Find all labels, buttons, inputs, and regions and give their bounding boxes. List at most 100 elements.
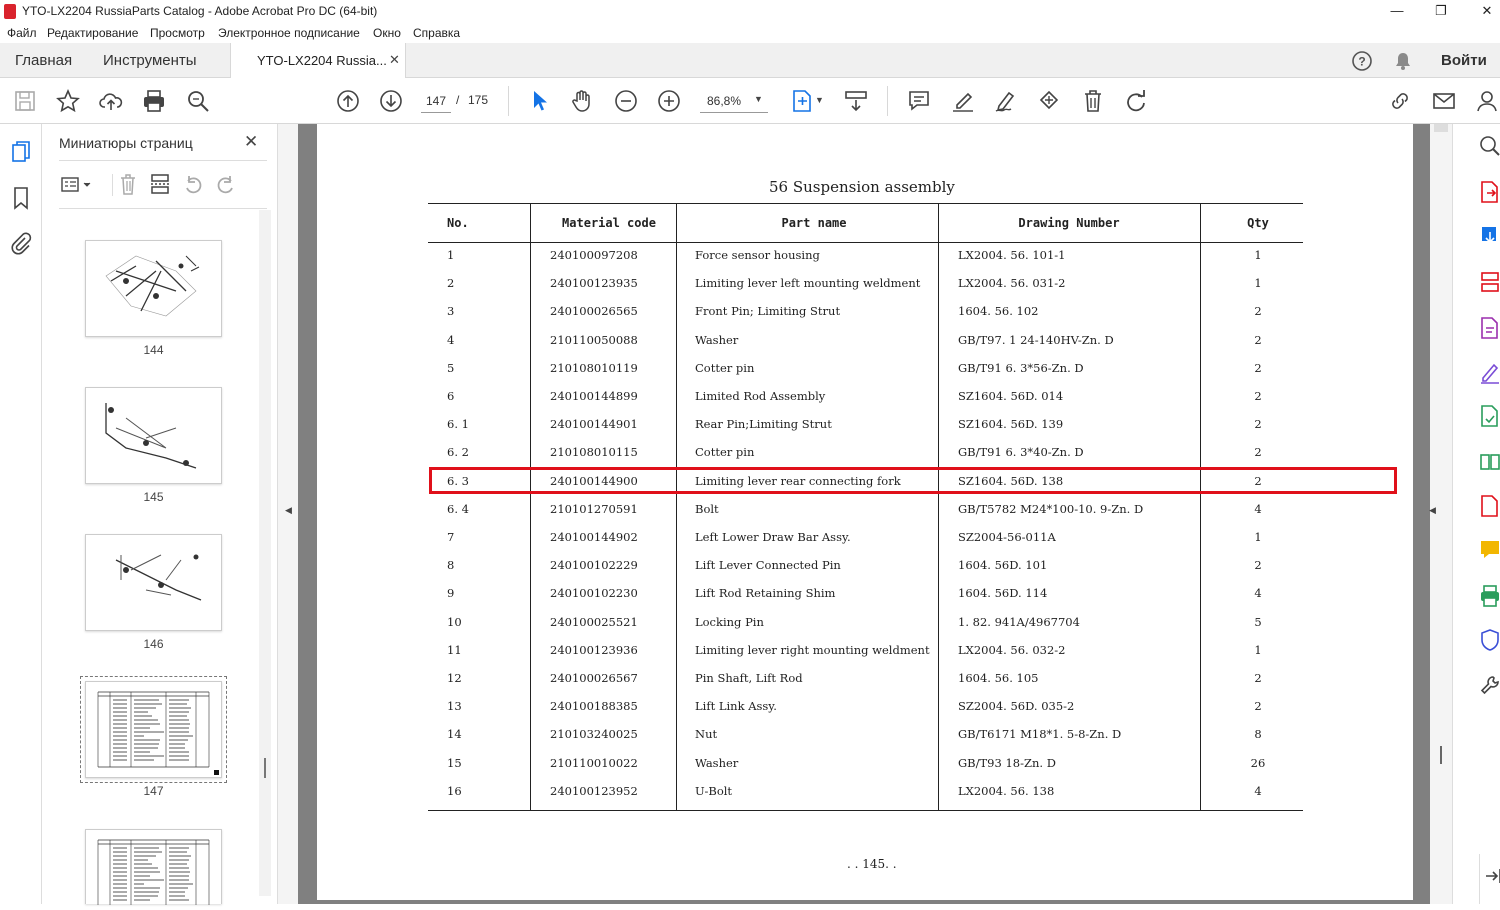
- account-icon[interactable]: [1474, 88, 1500, 114]
- delete-page-icon[interactable]: [117, 172, 139, 196]
- help-icon[interactable]: ?: [1351, 50, 1373, 72]
- comment-tool-icon[interactable]: [1479, 538, 1500, 562]
- stamp-icon[interactable]: [1036, 88, 1062, 114]
- thumbnail-page-144[interactable]: [85, 240, 222, 337]
- right-tools-panel: ◀: [1429, 124, 1500, 904]
- page-down-icon[interactable]: [378, 88, 404, 114]
- rotate-left-icon[interactable]: [182, 172, 204, 196]
- thumbnail-options-icon[interactable]: [60, 174, 94, 196]
- rotate-right-icon[interactable]: [215, 172, 237, 196]
- document-viewport[interactable]: 56 Suspension assembly No. Material code P…: [298, 124, 1430, 904]
- table-cell: 1604. 56. 105: [958, 671, 1039, 685]
- close-window-button[interactable]: ✕: [1477, 3, 1497, 19]
- thumbnail-page-147[interactable]: [85, 681, 222, 778]
- menu-view[interactable]: Просмотр: [150, 26, 205, 40]
- close-panel-icon[interactable]: ✕: [244, 132, 258, 152]
- star-icon[interactable]: [55, 88, 81, 114]
- menu-edit[interactable]: Редактирование: [47, 26, 138, 40]
- maximize-button[interactable]: ❐: [1431, 3, 1451, 19]
- save-icon[interactable]: [12, 88, 38, 114]
- zoom-out-icon[interactable]: [613, 88, 639, 114]
- draw-icon[interactable]: [993, 88, 1019, 114]
- select-cursor-icon[interactable]: [526, 88, 552, 114]
- menu-help[interactable]: Справка: [413, 26, 460, 40]
- tab-tools[interactable]: Инструменты: [103, 52, 197, 69]
- table-cell: 2: [1254, 332, 1262, 347]
- bookmark-icon[interactable]: [11, 186, 31, 210]
- thumbnail-page-146[interactable]: [85, 534, 222, 631]
- panel-divider: [59, 160, 267, 161]
- zoom-select[interactable]: 86,8% ▼: [700, 89, 768, 113]
- attachment-icon[interactable]: [10, 231, 32, 255]
- page-thumbnails-icon[interactable]: [10, 140, 32, 164]
- request-signature-icon[interactable]: [1479, 404, 1500, 428]
- table-cell: 240100144899: [550, 389, 638, 403]
- page-up-icon[interactable]: [335, 88, 361, 114]
- panel-divider: [112, 174, 113, 196]
- enhance-scan-icon[interactable]: [1478, 134, 1500, 156]
- document-scroll-thumb[interactable]: [1440, 746, 1442, 764]
- hand-tool-icon[interactable]: [569, 88, 595, 114]
- scroll-up-area[interactable]: [1434, 124, 1448, 132]
- pdf-page: 56 Suspension assembly No. Material code P…: [317, 124, 1413, 900]
- collapse-right-icon[interactable]: [1483, 865, 1500, 887]
- comment-icon[interactable]: [906, 88, 932, 114]
- customize-tools-icon[interactable]: [1479, 674, 1500, 698]
- export-pdf-icon[interactable]: [1479, 180, 1500, 204]
- compare-files-icon[interactable]: [1479, 450, 1500, 474]
- upload-cloud-icon[interactable]: [98, 88, 124, 114]
- table-cell: SZ1604. 56D. 139: [958, 417, 1064, 432]
- highlight-pen-icon[interactable]: [950, 88, 976, 114]
- table-cell: 6. 1: [447, 417, 469, 432]
- expand-right-icon[interactable]: ◀: [1429, 505, 1436, 516]
- signin-button[interactable]: Войти: [1441, 52, 1487, 69]
- table-cell: 6. 4: [447, 501, 469, 516]
- table-cell: SZ1604. 56D. 014: [958, 389, 1064, 403]
- thumbnail-page-145[interactable]: [85, 387, 222, 484]
- table-cell: Front Pin; Limiting Strut: [695, 304, 841, 319]
- create-pdf-icon[interactable]: [1479, 224, 1500, 248]
- window-title: YTO-LX2204 RussiaParts Catalog - Adobe A…: [22, 4, 378, 18]
- fit-page-icon[interactable]: [789, 88, 815, 114]
- redo-icon[interactable]: [1123, 88, 1149, 114]
- thumbnails-scroll-thumb[interactable]: [264, 758, 266, 778]
- organize-pages-icon[interactable]: [1479, 270, 1500, 294]
- minimize-button[interactable]: —: [1387, 3, 1407, 18]
- thumbnails-scrollbar[interactable]: [259, 210, 271, 896]
- table-cell: 1: [1254, 248, 1262, 262]
- tab-document[interactable]: YTO-LX2204 Russia... ✕: [230, 43, 406, 78]
- table-cell: GB/T5782 M24*100-10. 9-Zn. D: [958, 501, 1144, 516]
- more-tools-icon[interactable]: [1479, 494, 1500, 518]
- email-icon[interactable]: [1431, 88, 1457, 114]
- insert-page-icon[interactable]: [149, 172, 171, 196]
- menu-file[interactable]: Файл: [7, 26, 37, 40]
- search-icon[interactable]: [185, 88, 211, 114]
- left-panel-collapse[interactable]: ◀: [278, 124, 298, 904]
- delete-icon[interactable]: [1080, 88, 1106, 114]
- page-number-input[interactable]: 147: [421, 89, 451, 113]
- zoom-in-icon[interactable]: [656, 88, 682, 114]
- menu-bar: Файл Редактирование Просмотр Электронное…: [0, 23, 1500, 43]
- edit-pdf-icon[interactable]: [1479, 316, 1500, 340]
- close-tab-icon[interactable]: ✕: [389, 52, 400, 68]
- print-production-icon[interactable]: [1479, 584, 1500, 608]
- thumbnail-label: 146: [143, 637, 164, 651]
- table-cell: 9: [447, 586, 455, 601]
- fit-chevron-icon[interactable]: ▼: [815, 95, 824, 105]
- tab-home[interactable]: Главная: [15, 52, 72, 69]
- fill-sign-icon[interactable]: [1479, 360, 1500, 384]
- table-cell: 13: [447, 699, 462, 714]
- menu-esign[interactable]: Электронное подписание: [218, 26, 360, 40]
- menu-window[interactable]: Окно: [373, 26, 401, 40]
- table-cell: GB/T97. 1 24-140HV-Zn. D: [958, 332, 1114, 347]
- collapse-left-icon[interactable]: ◀: [285, 505, 292, 516]
- bell-icon[interactable]: [1393, 51, 1413, 71]
- acrobat-icon: [4, 4, 16, 19]
- thumbnail-page-148[interactable]: [85, 829, 222, 905]
- table-cell: Lift Link Assy.: [695, 699, 777, 714]
- share-link-icon[interactable]: [1387, 88, 1413, 114]
- print-icon[interactable]: [141, 88, 167, 114]
- scroll-mode-icon[interactable]: [843, 88, 869, 114]
- table-cell: SZ2004. 56D. 035-2: [958, 699, 1075, 714]
- protect-icon[interactable]: [1479, 628, 1500, 652]
